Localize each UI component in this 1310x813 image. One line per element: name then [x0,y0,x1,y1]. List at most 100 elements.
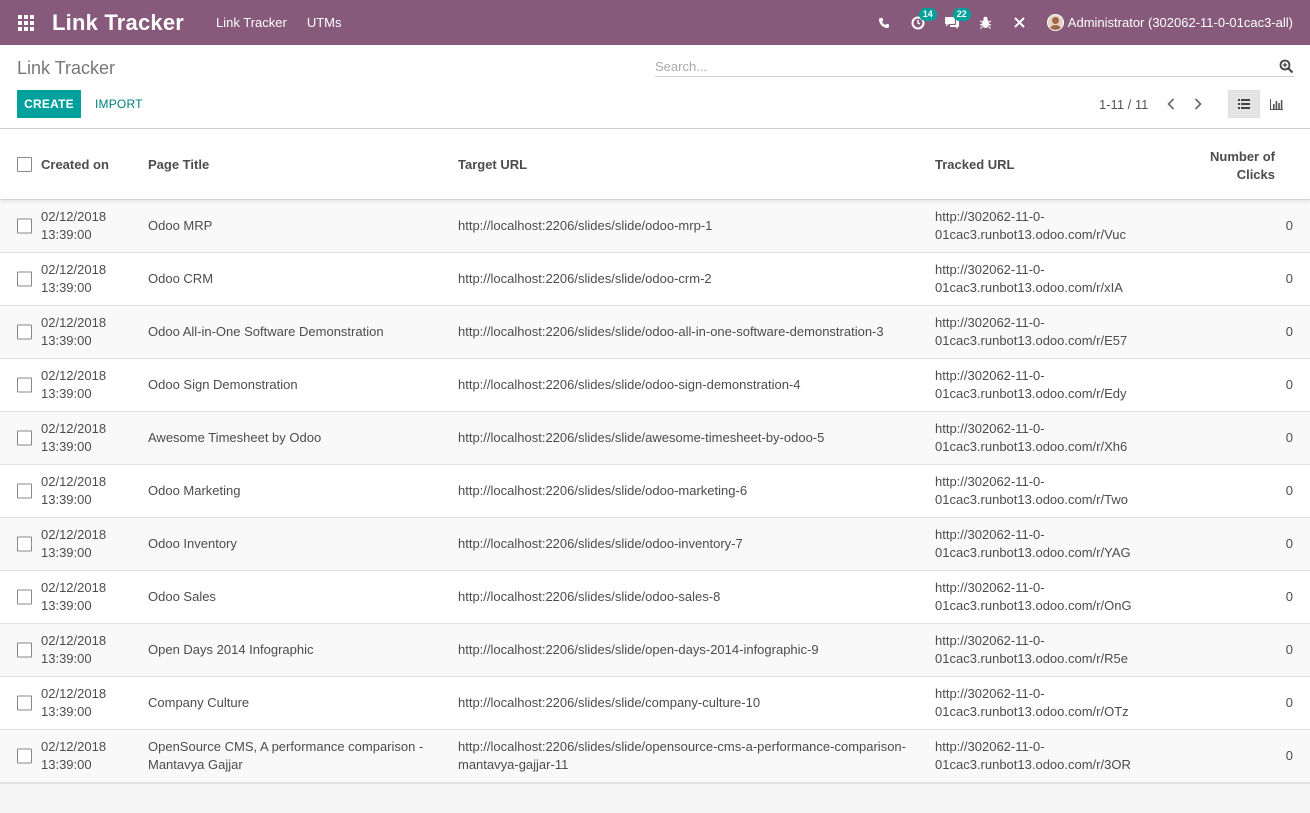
table-row[interactable]: 02/12/2018 13:39:00 Odoo CRM http://local… [0,252,1310,305]
created-on-cell: 02/12/2018 13:39:00 [41,421,107,454]
page-title-cell: Odoo All-in-One Software Demonstration [148,324,384,339]
header-clicks-line1: Number of [1210,149,1275,164]
search-input[interactable] [655,57,1255,75]
created-on-cell: 02/12/2018 13:39:00 [41,315,107,348]
table-row[interactable]: 02/12/2018 13:39:00 Open Days 2014 Infogr… [0,623,1310,676]
tracked-url-cell: http://302062-11-0- 01cac3.runbot13.odoo.… [935,315,1128,348]
clicks-cell: 0 [1285,430,1293,445]
list-bottom-border [0,782,1310,784]
tracked-url-cell: http://302062-11-0- 01cac3.runbot13.odoo.… [935,421,1128,454]
table-row[interactable]: 02/12/2018 13:39:00 Odoo All-in-One Softw… [0,305,1310,358]
menu-utms[interactable]: UTMs [297,15,352,30]
clicks-cell: 0 [1285,536,1293,551]
table-row[interactable]: 02/12/2018 13:39:00 Company Culture http:… [0,676,1310,729]
row-checkbox[interactable] [17,695,32,711]
clicks-cell: 0 [1285,324,1293,339]
table-row[interactable]: 02/12/2018 13:39:00 Odoo Sign Demonstrati… [0,358,1310,411]
select-all-checkbox[interactable] [17,157,32,172]
created-on-cell: 02/12/2018 13:39:00 [41,633,107,666]
activity-icon[interactable]: 14 [901,0,937,45]
header-clicks-line2: Clicks [1236,167,1275,182]
import-button[interactable]: IMPORT [86,90,152,118]
target-url-cell: http://localhost:2206/slides/slide/opens… [458,739,906,772]
create-button[interactable]: CREATE [17,90,81,118]
clicks-cell: 0 [1285,748,1293,763]
header-number-of-clicks[interactable]: Number of Clicks [1210,148,1275,184]
target-url-cell: http://localhost:2206/slides/slide/odoo-… [458,536,743,551]
row-checkbox[interactable] [17,748,32,764]
pager-previous-button[interactable] [1162,95,1180,113]
row-checkbox[interactable] [17,377,32,393]
target-url-cell: http://localhost:2206/slides/slide/odoo-… [458,377,801,392]
created-on-cell: 02/12/2018 13:39:00 [41,368,107,401]
list-view-button[interactable] [1228,90,1260,118]
table-row[interactable]: 02/12/2018 13:39:00 Odoo Inventory http:/… [0,517,1310,570]
avatar [1046,14,1064,31]
page-title-cell: Company Culture [148,695,250,710]
tracked-url-cell: http://302062-11-0- 01cac3.runbot13.odoo.… [935,262,1123,295]
user-name: Administrator (302062-11-0-01cac3-all) [1067,15,1293,30]
tracked-url-cell: http://302062-11-0- 01cac3.runbot13.odoo.… [935,474,1128,507]
pager-value[interactable]: 1-11 / 11 [1099,97,1148,112]
table-row[interactable]: 02/12/2018 13:39:00 Awesome Timesheet by … [0,411,1310,464]
created-on-cell: 02/12/2018 13:39:00 [41,209,107,242]
header-tracked-url[interactable]: Tracked URL [935,157,1014,172]
phone-icon[interactable] [867,0,901,45]
target-url-cell: http://localhost:2206/slides/slide/odoo-… [458,483,748,498]
apps-menu-icon[interactable] [0,0,52,45]
page-title-cell: Open Days 2014 Infographic [148,642,314,657]
header-target-url[interactable]: Target URL [458,157,527,172]
menu-link-tracker[interactable]: Link Tracker [206,15,297,30]
created-on-cell: 02/12/2018 13:39:00 [41,739,107,772]
target-url-cell: http://localhost:2206/slides/slide/compa… [458,695,761,710]
row-checkbox[interactable] [17,271,32,287]
tracked-url-cell: http://302062-11-0- 01cac3.runbot13.odoo.… [935,739,1131,772]
systray: 14 22 Administrator (302062-11-0-01cac3-… [867,0,1310,45]
table-header: Created on Page Title Target URL Tracked… [0,129,1310,199]
row-checkbox[interactable] [17,483,32,499]
created-on-cell: 02/12/2018 13:39:00 [41,527,107,560]
clicks-cell: 0 [1285,271,1293,286]
list-icon [1238,99,1250,109]
header-page-title[interactable]: Page Title [148,157,209,172]
header-created-on[interactable]: Created on [41,157,109,172]
page-title-cell: OpenSource CMS, A performance comparison… [148,739,424,772]
table-row[interactable]: 02/12/2018 13:39:00 Odoo MRP http://local… [0,199,1310,252]
row-checkbox[interactable] [17,430,32,446]
tracked-url-cell: http://302062-11-0- 01cac3.runbot13.odoo.… [935,633,1128,666]
target-url-cell: http://localhost:2206/slides/slide/odoo-… [458,324,884,339]
pager-next-button[interactable] [1189,95,1207,113]
user-menu[interactable]: Administrator (302062-11-0-01cac3-all) [1037,14,1310,31]
chevron-left-icon [1167,98,1175,110]
target-url-cell: http://localhost:2206/slides/slide/odoo-… [458,271,712,286]
clicks-cell: 0 [1285,218,1293,233]
clicks-cell: 0 [1285,377,1293,392]
breadcrumb: Link Tracker [17,58,116,78]
bug-icon[interactable] [969,0,1003,45]
page-title-cell: Odoo Sign Demonstration [148,377,298,392]
table-row[interactable]: 02/12/2018 13:39:00 Odoo Marketing http:/… [0,464,1310,517]
clicks-cell: 0 [1285,642,1293,657]
target-url-cell: http://localhost:2206/slides/slide/aweso… [458,430,825,445]
search-icon[interactable] [1279,59,1294,79]
link-tracker-list: Created on Page Title Target URL Tracked… [0,129,1310,784]
row-checkbox[interactable] [17,218,32,234]
close-tools-icon[interactable] [1003,0,1037,45]
row-checkbox[interactable] [17,324,32,340]
row-checkbox[interactable] [17,536,32,552]
row-checkbox[interactable] [17,642,32,658]
table-row[interactable]: 02/12/2018 13:39:00 OpenSource CMS, A per… [0,729,1310,782]
page-title-cell: Odoo CRM [148,271,214,286]
page-title-cell: Odoo Sales [148,589,216,604]
tracked-url-cell: http://302062-11-0- 01cac3.runbot13.odoo.… [935,368,1127,401]
clicks-cell: 0 [1285,695,1293,710]
graph-view-button[interactable] [1260,90,1292,118]
page-title-cell: Odoo Inventory [148,536,237,551]
chat-icon[interactable]: 22 [935,0,971,45]
app-brand[interactable]: Link Tracker [52,10,184,36]
table-row[interactable]: 02/12/2018 13:39:00 Odoo Sales http://loc… [0,570,1310,623]
page-title-cell: Odoo Marketing [148,483,241,498]
target-url-cell: http://localhost:2206/slides/slide/open-… [458,642,819,657]
clicks-cell: 0 [1285,589,1293,604]
row-checkbox[interactable] [17,589,32,605]
